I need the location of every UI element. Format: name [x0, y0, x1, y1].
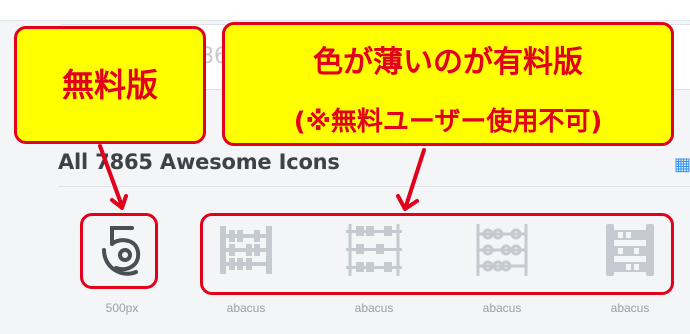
free-icon-highlight [80, 213, 158, 289]
paid-version-note: (※無料ユーザー使用不可) [293, 107, 603, 137]
free-version-label: 無料版 [61, 66, 158, 104]
icon-label-abacus-4: abacus [610, 301, 650, 315]
paid-version-label: 色が薄いのが有料版 [313, 45, 583, 80]
free-version-callout: 無料版 [14, 26, 206, 144]
paid-icons-highlight [200, 213, 674, 295]
top-bar [0, 0, 690, 21]
grid-view-icon[interactable]: ▦ [674, 154, 690, 175]
icon-label-abacus-3: abacus [482, 301, 522, 315]
icon-label-500px: 500px [105, 301, 139, 315]
icon-label-abacus-1: abacus [226, 301, 266, 315]
paid-version-callout: 色が薄いのが有料版 (※無料ユーザー使用不可) [222, 22, 674, 146]
page-title: All 7865 Awesome Icons [58, 150, 340, 174]
icon-label-abacus-2: abacus [354, 301, 394, 315]
divider [58, 186, 690, 187]
